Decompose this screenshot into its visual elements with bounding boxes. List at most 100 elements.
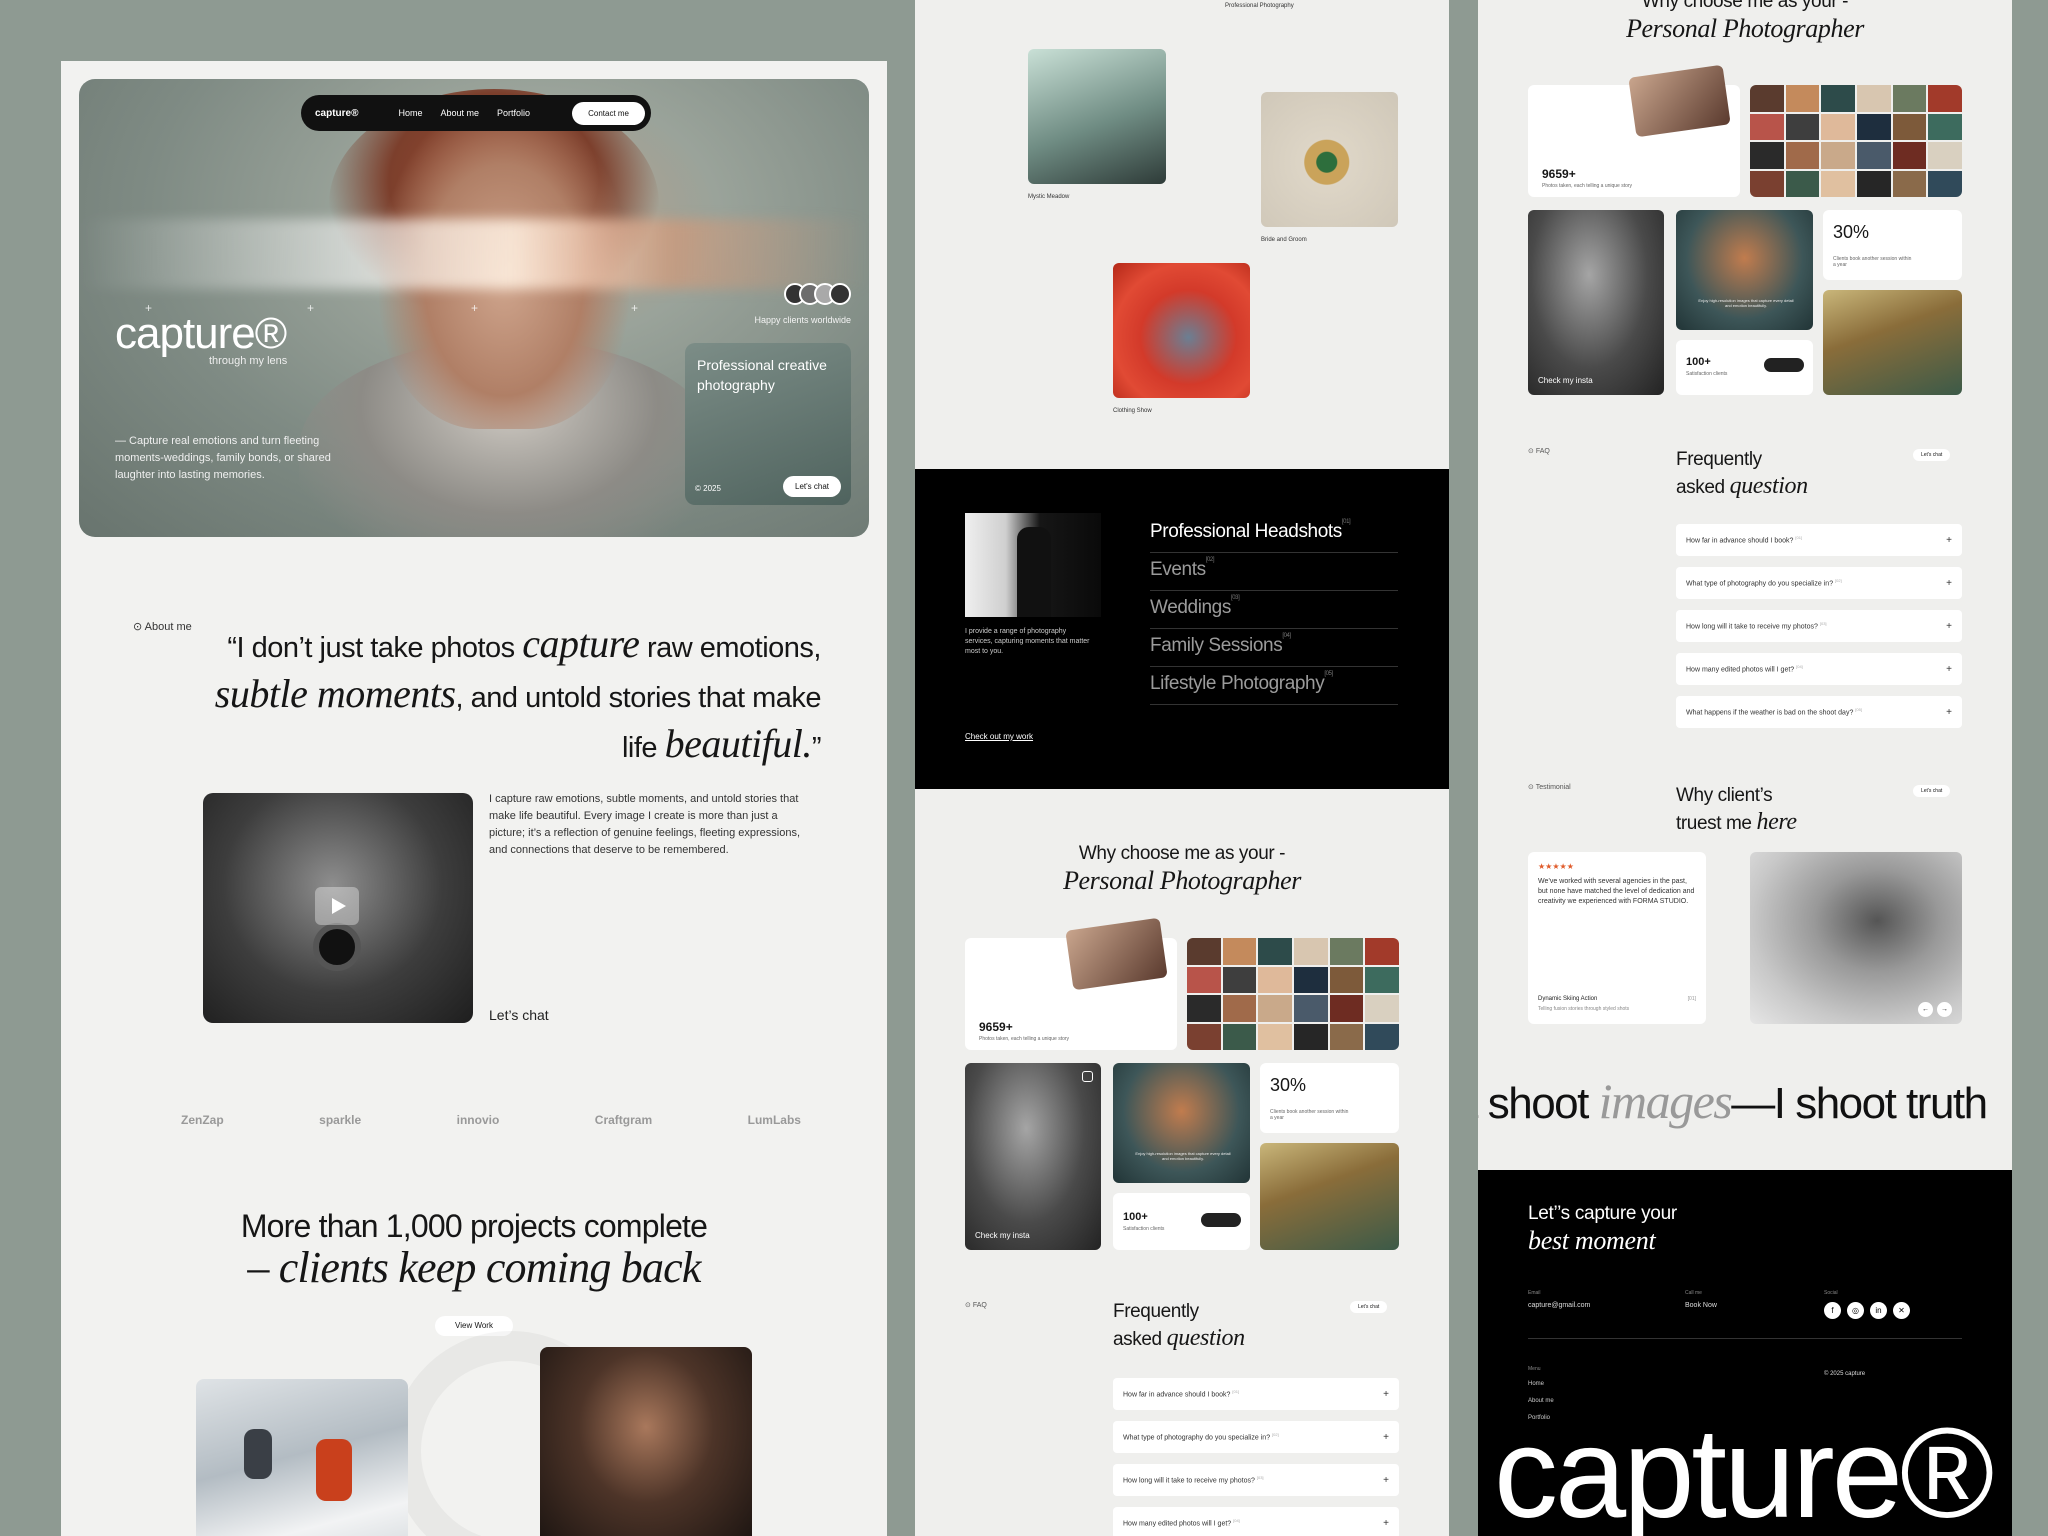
gallery-caption: Mystic Meadow	[1028, 194, 1070, 200]
hero-motion-blur	[79, 219, 869, 289]
service-item[interactable]: Weddings [03]	[1150, 591, 1398, 629]
service-name: Professional Headshots	[1150, 521, 1342, 542]
plus-icon[interactable]: +	[1946, 664, 1952, 675]
gallery-photo-bride-and-groom[interactable]	[1261, 92, 1398, 227]
check-insta-link[interactable]: Check my insta	[975, 1231, 1030, 1240]
hero-section: capture® Home About me Portfolio Contact…	[79, 79, 869, 537]
faq-tag: ⊙ FAQ	[965, 1301, 987, 1309]
portrait-card: Enjoy high-resolution images that captur…	[1113, 1063, 1250, 1183]
nav-home-link[interactable]: Home	[399, 108, 423, 118]
hero-card-title: Professional creative photography	[697, 357, 827, 393]
faq-lets-chat-button[interactable]: Let's chat	[1350, 1301, 1388, 1313]
faq-lets-chat-button[interactable]: Let's chat	[1913, 449, 1951, 461]
email-link[interactable]: capture@gmail.com	[1528, 1302, 1590, 1309]
service-item[interactable]: Events [02]	[1150, 553, 1398, 591]
rating-stars: ★★★★★	[1538, 862, 1574, 871]
about-lets-chat-link[interactable]: Let’s chat	[489, 1007, 549, 1023]
service-item[interactable]: Lifestyle Photography [05]	[1150, 667, 1398, 705]
check-insta-link[interactable]: Check my insta	[1538, 376, 1593, 385]
plus-icon[interactable]: +	[1946, 707, 1952, 718]
faq-item[interactable]: How many edited photos will I get? [04] +	[1676, 653, 1962, 685]
retro-radio-card	[1823, 290, 1962, 395]
play-icon[interactable]	[315, 887, 359, 925]
percent-note: Clients book another session within a ye…	[1833, 256, 1912, 268]
check-out-work-link[interactable]: Check out my work	[965, 732, 1033, 741]
service-name: Weddings	[1150, 597, 1231, 618]
faq-item[interactable]: How long will it take to receive my phot…	[1676, 610, 1962, 642]
testimonial-nav: ← →	[1918, 1002, 1952, 1017]
faq-item[interactable]: How far in advance should I book? [01] +	[1113, 1378, 1399, 1410]
faq-item[interactable]: What type of photography do you speciali…	[1113, 1421, 1399, 1453]
arrow-left-icon[interactable]: ←	[1918, 1002, 1933, 1017]
service-item[interactable]: Family Sessions [04]	[1150, 629, 1398, 667]
plus-icon[interactable]: +	[1383, 1475, 1389, 1486]
client-logos: ZenZap sparkle innovio Craftgram LumLabs	[181, 1113, 801, 1127]
service-name: Family Sessions	[1150, 635, 1283, 656]
services-section: I provide a range of photography service…	[915, 469, 1449, 789]
photos-note: Photos taken, each telling a unique stor…	[1542, 183, 1633, 189]
plus-icon[interactable]: +	[1946, 578, 1952, 589]
testimonial-photo	[1750, 852, 1962, 1024]
service-index: [01]	[1341, 519, 1351, 525]
faq-question: How long will it take to receive my phot…	[1686, 623, 1818, 631]
faq-item[interactable]: What happens if the weather is bad on th…	[1676, 696, 1962, 728]
faq-heading: Frequently asked question	[1113, 1298, 1245, 1353]
plus-icon[interactable]: +	[1383, 1389, 1389, 1400]
avatar	[829, 283, 851, 305]
plus-icon[interactable]: +	[1946, 535, 1952, 546]
nav-logo[interactable]: capture®	[315, 108, 359, 119]
footer-home-link[interactable]: Home	[1528, 1376, 1554, 1393]
gallery-photo-mystic-meadow[interactable]	[1028, 49, 1166, 184]
project-photo-hikers[interactable]	[196, 1379, 408, 1536]
contact-me-button[interactable]: Contact me	[572, 101, 645, 125]
testimonial-lets-chat-button[interactable]: Let's chat	[1913, 785, 1951, 797]
testimonial-text: We’ve worked with several agencies in th…	[1538, 878, 1695, 905]
facebook-icon[interactable]: f	[1824, 1302, 1841, 1319]
linkedin-icon[interactable]: in	[1870, 1302, 1887, 1319]
footer-heading: Let’’s capture your best moment	[1528, 1200, 1677, 1254]
services-description: I provide a range of photography service…	[965, 628, 1090, 655]
gallery-caption: Clothing Show	[1113, 408, 1152, 414]
faq-item[interactable]: How many edited photos will I get? [04] +	[1113, 1507, 1399, 1536]
insta-photo-card[interactable]: Check my insta	[1528, 210, 1664, 395]
social-label: Social	[1824, 1290, 1838, 1296]
percent-value: 30%	[1270, 1075, 1307, 1095]
service-name: Events	[1150, 559, 1206, 580]
ticker-text: —I shoot truth	[1731, 1079, 1988, 1128]
about-me-tag: ⊙ About me	[133, 620, 192, 633]
hiker-figure	[244, 1429, 272, 1479]
ticker-emphasis: images	[1598, 1073, 1733, 1129]
quote-text: raw emotions,	[639, 632, 822, 664]
portrait-note: Enjoy high-resolution images that captur…	[1698, 298, 1794, 308]
instagram-icon[interactable]: ◎	[1847, 1302, 1864, 1319]
photos-note: Photos taken, each telling a unique stor…	[979, 1036, 1070, 1042]
clients-note: Satisfaction clients	[1686, 371, 1728, 377]
gallery-photo-clothing-show[interactable]	[1113, 263, 1250, 398]
ticker-text: ’t shoot	[1478, 1079, 1589, 1128]
nav-about-link[interactable]: About me	[441, 108, 480, 118]
nav-portfolio-link[interactable]: Portfolio	[497, 108, 530, 118]
why-line2: Personal Photographer	[1626, 14, 1864, 43]
call-label: Call me	[1685, 1290, 1702, 1296]
photos-count: 9659+	[1542, 167, 1576, 181]
book-now-link[interactable]: Book Now	[1685, 1302, 1717, 1309]
top-navigation: capture® Home About me Portfolio Contact…	[301, 95, 651, 131]
service-item[interactable]: Professional Headshots [01]	[1150, 515, 1398, 553]
happy-clients-label: Happy clients worldwide	[754, 315, 851, 325]
faq-item[interactable]: How far in advance should I book? [01] +	[1676, 524, 1962, 556]
x-icon[interactable]: ✕	[1893, 1302, 1910, 1319]
insta-photo-card[interactable]: Check my insta	[965, 1063, 1101, 1250]
faq-item[interactable]: What type of photography do you speciali…	[1676, 567, 1962, 599]
project-photo-portrait[interactable]	[540, 1347, 752, 1536]
plus-icon[interactable]: +	[1383, 1432, 1389, 1443]
percent-card: 30% Clients book another session within …	[1823, 210, 1962, 280]
plus-icon[interactable]: +	[1946, 621, 1952, 632]
testimonial-line1: Why client’s	[1676, 785, 1773, 806]
faq-line2-emphasis: question	[1729, 473, 1809, 499]
faq-item[interactable]: How long will it take to receive my phot…	[1113, 1464, 1399, 1496]
arrow-right-icon[interactable]: →	[1937, 1002, 1952, 1017]
plus-icon[interactable]: +	[1383, 1518, 1389, 1529]
instagram-icon[interactable]	[1082, 1071, 1093, 1082]
faq-index: [02]	[1272, 1432, 1279, 1438]
lets-chat-button[interactable]: Let's chat	[783, 476, 841, 497]
